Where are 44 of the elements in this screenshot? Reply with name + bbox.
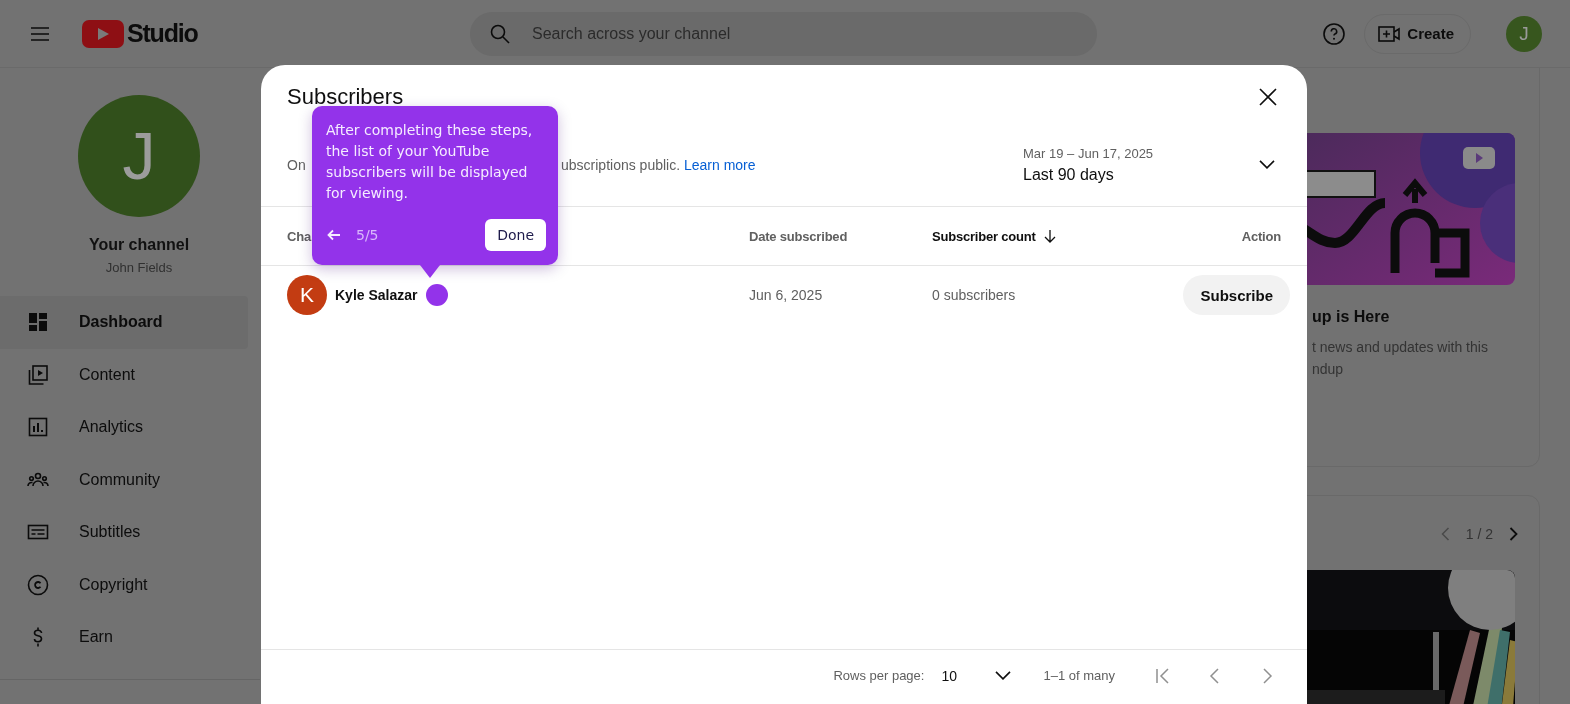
- play-logo-icon: [82, 19, 124, 48]
- page-range-text: 1–1 of many: [1043, 668, 1115, 683]
- chevron-down-icon: [995, 671, 1012, 680]
- channel-name: John Fields: [105, 260, 173, 275]
- learn-more-link[interactable]: Learn more: [683, 156, 756, 173]
- date-cell-text: Jun 6, 2025: [749, 287, 824, 303]
- rows-per-page-label: Rows per page:: [833, 668, 925, 683]
- arrow-left-icon: [326, 227, 342, 243]
- nav-item[interactable]: Dashboard: [0, 296, 248, 349]
- nav-item[interactable]: Copyright: [0, 558, 248, 611]
- tour-beacon: [425, 284, 448, 306]
- step-counter: 5/5: [356, 227, 379, 243]
- column-header[interactable]: Date subscribed: [749, 228, 932, 244]
- account-avatar[interactable]: J: [1506, 15, 1542, 52]
- description-text: On: [287, 156, 306, 173]
- search-field[interactable]: Search across your channel: [470, 11, 1097, 56]
- channel-avatar[interactable]: J: [78, 95, 200, 217]
- count-cell-text: 0 subscribers: [932, 287, 1017, 303]
- column-header[interactable]: Subscriber count: [932, 228, 1242, 244]
- channel-title: Your channel: [88, 236, 190, 254]
- date-range-text: Mar 19 – Jun 17, 2025: [1023, 145, 1155, 161]
- nav-item[interactable]: Analytics: [0, 401, 248, 454]
- video-stack-icon: [26, 362, 50, 387]
- nav-item[interactable]: Subtitles: [0, 506, 248, 559]
- tooltip-text: After completing these steps, the list of your YouTube subscribers will be displayed for viewing.: [326, 121, 534, 203]
- chevron-down-icon[interactable]: [1259, 160, 1275, 169]
- nav-item[interactable]: Earn: [0, 611, 248, 664]
- subscribe-button[interactable]: Subscribe: [1183, 275, 1290, 315]
- pager-text: 1 / 2: [1465, 526, 1493, 542]
- card-title: up is Here: [1312, 307, 1391, 327]
- card-description: t news and updates with this ndup: [1312, 338, 1489, 379]
- help-icon[interactable]: [1322, 21, 1347, 46]
- studio-logo[interactable]: Studio: [82, 19, 198, 48]
- subscriber-name[interactable]: Kyle Salazar: [335, 287, 418, 303]
- description-text: ubscriptions public. Learn more: [561, 156, 756, 173]
- copyright-icon: [26, 572, 50, 597]
- subscriber-avatar: K: [287, 275, 327, 315]
- nav-item[interactable]: Content: [0, 348, 248, 401]
- rows-per-page-dropdown[interactable]: 10: [941, 667, 1012, 684]
- nav-item[interactable]: Community: [0, 453, 248, 506]
- back-button[interactable]: [326, 227, 342, 243]
- dialog-title: Subscribers: [287, 84, 404, 110]
- done-button[interactable]: Done: [485, 219, 546, 251]
- period-text: Last 90 days: [1023, 165, 1115, 184]
